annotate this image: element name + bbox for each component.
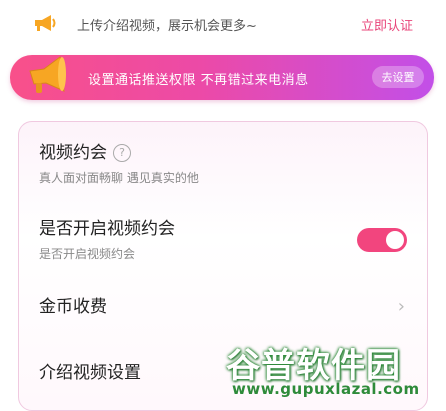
- enable-video-date-title: 是否开启视频约会: [39, 219, 175, 239]
- coin-fee-title: 金币收费: [39, 297, 107, 317]
- megaphone-icon: [35, 15, 56, 31]
- toggle-knob: [386, 231, 404, 249]
- video-date-title: 视频约会: [39, 143, 107, 163]
- upload-tip-bar: 上传介绍视频，展示机会更多~ 立即认证: [0, 0, 446, 48]
- site-watermark: 谷普软件园 www.gupuxlazal.com: [222, 336, 446, 405]
- upload-tip-text: 上传介绍视频，展示机会更多~: [77, 19, 257, 34]
- help-icon[interactable]: ?: [113, 144, 131, 162]
- enable-video-date-subtitle: 是否开启视频约会: [39, 247, 136, 261]
- push-permission-banner[interactable]: 设置通话推送权限 不再错过来电消息 去设置: [10, 55, 434, 100]
- video-date-toggle[interactable]: [357, 228, 407, 252]
- video-date-subtitle: 真人面对面畅聊 遇见真实的他: [39, 171, 199, 185]
- watermark-url: www.gupuxlazal.com: [232, 380, 420, 398]
- enable-video-date-row: 是否开启视频约会 是否开启视频约会: [39, 214, 409, 262]
- push-permission-message: 设置通话推送权限 不再错过来电消息: [88, 73, 309, 88]
- verify-now-link[interactable]: 立即认证: [361, 15, 413, 34]
- chevron-right-icon: ›: [397, 296, 405, 317]
- coin-fee-row[interactable]: 金币收费 ›: [39, 292, 409, 317]
- go-settings-button[interactable]: 去设置: [372, 66, 424, 88]
- loudspeaker-icon: [29, 56, 66, 93]
- video-date-row: 视频约会? 真人面对面畅聊 遇见真实的他: [39, 138, 409, 186]
